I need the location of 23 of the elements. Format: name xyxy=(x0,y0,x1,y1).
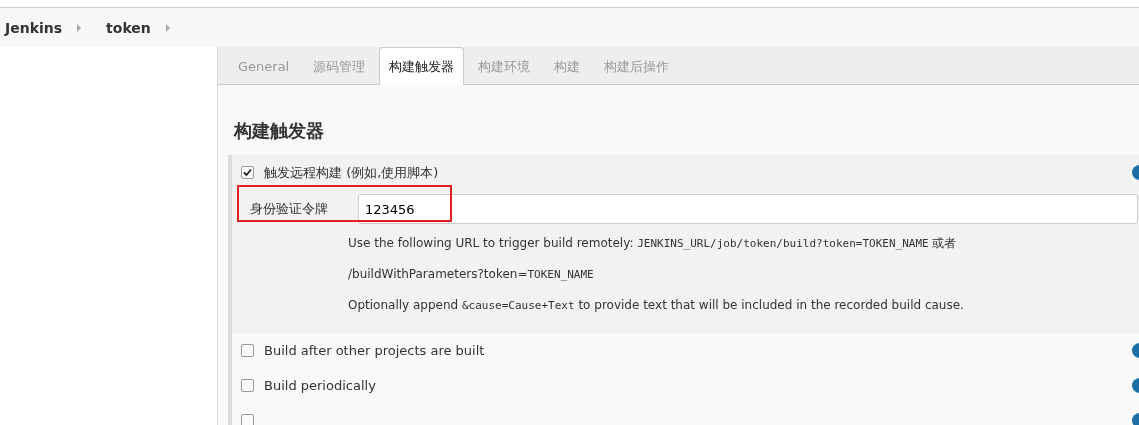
caret-icon xyxy=(164,23,171,32)
field-label: 身份验证令牌 xyxy=(250,200,329,218)
trigger-label: Build after other projects are built xyxy=(264,343,485,358)
tab[interactable]: 构建环境 xyxy=(468,47,541,85)
help-text: Optionally append &cause=Cause+Text to provide text that will be included in the recorded build cause. xyxy=(348,297,965,314)
help-text: /buildWithParameters?token=TOKEN_NAME xyxy=(348,266,595,283)
breadcrumb-link[interactable]: Jenkins xyxy=(5,19,63,36)
trigger-label: 触发远程构建 (例如,使用脚本) xyxy=(264,163,439,182)
checkbox[interactable] xyxy=(241,414,254,425)
tab[interactable]: 构建后操作 xyxy=(594,47,680,85)
checkbox[interactable] xyxy=(241,166,254,179)
token-field[interactable]: 123456 xyxy=(358,194,1138,224)
tab[interactable]: 构建 xyxy=(544,47,591,85)
caret-icon xyxy=(76,23,83,32)
section-title: 构建触发器 xyxy=(234,119,325,143)
breadcrumb-link[interactable]: token xyxy=(106,19,151,36)
help-text: Use the following URL to trigger build remotely: JENKINS_URL/job/token/build?token=TOKEN_NAME 或者 xyxy=(348,235,958,252)
checkbox[interactable] xyxy=(241,344,254,357)
trigger-label: Build periodically xyxy=(264,378,376,393)
checkbox[interactable] xyxy=(241,379,254,392)
tab[interactable]: 源码管理 xyxy=(303,47,376,85)
tab[interactable]: General xyxy=(228,47,300,85)
tab[interactable]: 构建触发器 xyxy=(379,47,465,85)
